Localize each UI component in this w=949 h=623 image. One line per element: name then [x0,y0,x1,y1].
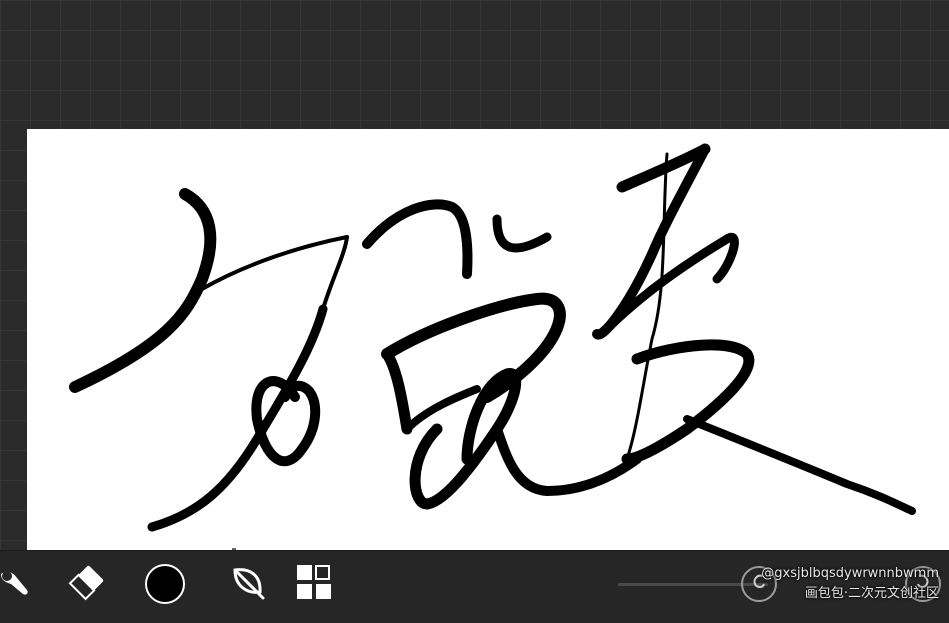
watermark: @gxsjblbqsdywrwnnbwmm 画包包·二次元文创社区 [761,564,939,604]
watermark-username: @gxsjblbqsdywrwnnbwmm [761,566,939,581]
eraser-icon [67,562,107,606]
leaf-icon [227,562,267,606]
brush-library-button[interactable] [224,561,270,607]
drawing-canvas[interactable] [27,129,949,550]
layers-button[interactable] [291,561,337,607]
color-picker-button[interactable] [142,561,188,607]
current-color-swatch [145,564,185,604]
watermark-community: 画包包·二次元文创社区 [804,586,939,601]
layers-grid-icon [295,563,333,605]
smudge-tool-button[interactable] [0,561,38,607]
smudge-icon [0,564,33,604]
eraser-tool-button[interactable] [64,561,110,607]
signature-artwork [69,143,916,532]
